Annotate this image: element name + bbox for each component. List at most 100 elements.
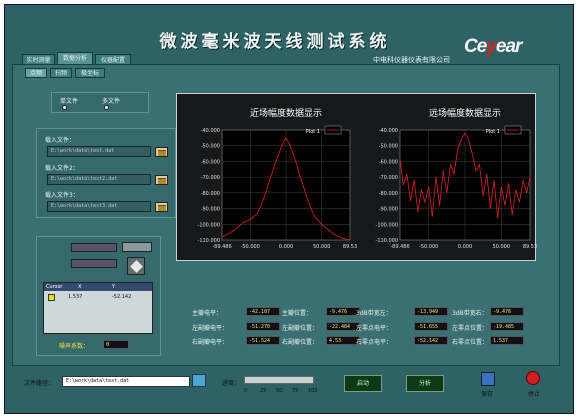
y-tick-label: -50.000 xyxy=(201,144,220,150)
data-point xyxy=(267,184,269,186)
data-point xyxy=(431,216,433,217)
stat-value: -51.655 xyxy=(414,322,448,331)
data-point xyxy=(468,139,470,140)
data-point xyxy=(526,192,528,194)
stat-value: -22.484 xyxy=(326,322,360,331)
cursor-move-pad[interactable] xyxy=(127,257,145,275)
data-point xyxy=(479,164,480,165)
app-title: 微波毫米波天线测试系统 xyxy=(159,32,391,52)
data-point xyxy=(453,173,455,175)
progress-label: 进度： xyxy=(222,380,241,387)
stop-label: 停止 xyxy=(528,391,541,398)
data-point xyxy=(282,143,283,145)
y-tick-label: -100.000 xyxy=(376,222,398,228)
data-point xyxy=(450,164,451,165)
data-point xyxy=(515,189,517,191)
data-point xyxy=(342,238,344,239)
data-point xyxy=(314,216,315,217)
data-point xyxy=(497,217,499,219)
data-point xyxy=(424,201,426,203)
legend-label: Plot 1 xyxy=(486,129,500,135)
data-point xyxy=(264,195,265,197)
save-label: 保存 xyxy=(481,391,494,398)
cursor-scale-control[interactable] xyxy=(71,259,117,268)
data-point xyxy=(402,184,404,186)
data-point xyxy=(303,187,305,189)
y-tick-label: -100.000 xyxy=(198,222,220,228)
data-point xyxy=(504,205,506,206)
cursor-marker-icon[interactable] xyxy=(48,294,55,301)
move-arrows-icon xyxy=(130,260,143,273)
file3-label: 载入文件3： xyxy=(45,192,79,199)
data-point xyxy=(413,179,415,181)
progress-tick-label: 100 xyxy=(308,388,318,394)
start-button[interactable]: 启动 xyxy=(344,375,382,392)
data-point xyxy=(296,164,298,165)
y-tick-label: -70.000 xyxy=(379,175,398,181)
data-point xyxy=(406,173,408,175)
brand-logo: Ceyear xyxy=(464,36,522,57)
data-point xyxy=(500,186,502,187)
stat-value: -19.485 xyxy=(490,322,524,331)
data-point xyxy=(490,208,491,209)
stat-value: 1.537 xyxy=(490,336,524,345)
single-file-radio[interactable] xyxy=(62,105,67,110)
data-point xyxy=(435,176,437,178)
data-point xyxy=(417,211,419,213)
data-point xyxy=(410,200,411,202)
cursor-position-control[interactable] xyxy=(71,243,117,252)
y-tick-label: -90.000 xyxy=(379,207,398,213)
data-point xyxy=(493,179,495,181)
cursor-y-value: -52.142 xyxy=(112,294,132,300)
data-point xyxy=(439,205,440,206)
file3-path[interactable]: E:\work\data\test3.dat xyxy=(47,201,151,212)
file2-path[interactable]: E:\work\data\test2.dat xyxy=(47,174,151,185)
legend-label: Plot 1 xyxy=(306,129,320,135)
data-point xyxy=(278,153,280,154)
charts-svg: 近场幅度数据显示 Plot 1 -40.000 -50.000 -60.000 -70.0… xyxy=(198,107,537,250)
file1-path[interactable]: E:\work\data\test.dat xyxy=(47,146,151,157)
data-point xyxy=(511,214,513,216)
cursor-col-header: Cursor xyxy=(46,284,63,290)
x-tick-label: 50.000 xyxy=(313,244,331,250)
file2-browse-button[interactable] xyxy=(155,175,168,185)
folder-icon[interactable] xyxy=(192,374,206,387)
noise-value[interactable]: 0 xyxy=(103,340,129,349)
y-tick-label: -60.000 xyxy=(201,159,220,165)
data-point xyxy=(471,153,473,154)
file3-browse-button[interactable] xyxy=(155,202,168,212)
y-col-header: Y xyxy=(112,284,116,290)
stat-label: 左副瓣位置： xyxy=(282,325,319,332)
progress-tick-label: 50 xyxy=(276,388,283,394)
subtab-polar[interactable]: 极坐标 xyxy=(75,68,105,78)
data-point xyxy=(399,157,401,159)
stat-label: 右零点位置： xyxy=(452,339,489,346)
file1-browse-button[interactable] xyxy=(155,147,168,157)
subtab-point[interactable]: 点频 xyxy=(25,68,47,78)
stop-icon[interactable] xyxy=(526,371,540,385)
save-icon[interactable] xyxy=(481,372,495,386)
data-point xyxy=(464,132,466,134)
data-point xyxy=(482,195,484,197)
data-point xyxy=(519,201,520,203)
path-input[interactable]: E:\work\data\test.dat xyxy=(62,376,190,387)
stat-label: 左零点电平： xyxy=(356,325,393,332)
subtab-sweep[interactable]: 扫频 xyxy=(50,68,72,78)
stat-value: -9.476 xyxy=(326,307,360,316)
data-point xyxy=(475,170,477,172)
chart-title: 近场幅度数据显示 xyxy=(250,107,322,119)
analyze-button[interactable]: 分析 xyxy=(406,375,444,392)
progress-track xyxy=(244,376,314,384)
stat-label: 左零点位置： xyxy=(452,325,489,332)
graph-tools-palette[interactable] xyxy=(122,242,152,252)
stat-label: 左副瓣电平： xyxy=(192,325,229,332)
data-point xyxy=(274,162,276,164)
stat-value: -52.142 xyxy=(414,336,448,345)
data-point xyxy=(421,189,422,191)
data-point xyxy=(321,223,323,225)
data-point xyxy=(310,208,312,209)
multi-file-radio[interactable] xyxy=(104,105,109,110)
x-tick-label: -89.486 xyxy=(212,244,231,250)
data-point xyxy=(221,236,223,238)
data-point xyxy=(256,212,258,214)
